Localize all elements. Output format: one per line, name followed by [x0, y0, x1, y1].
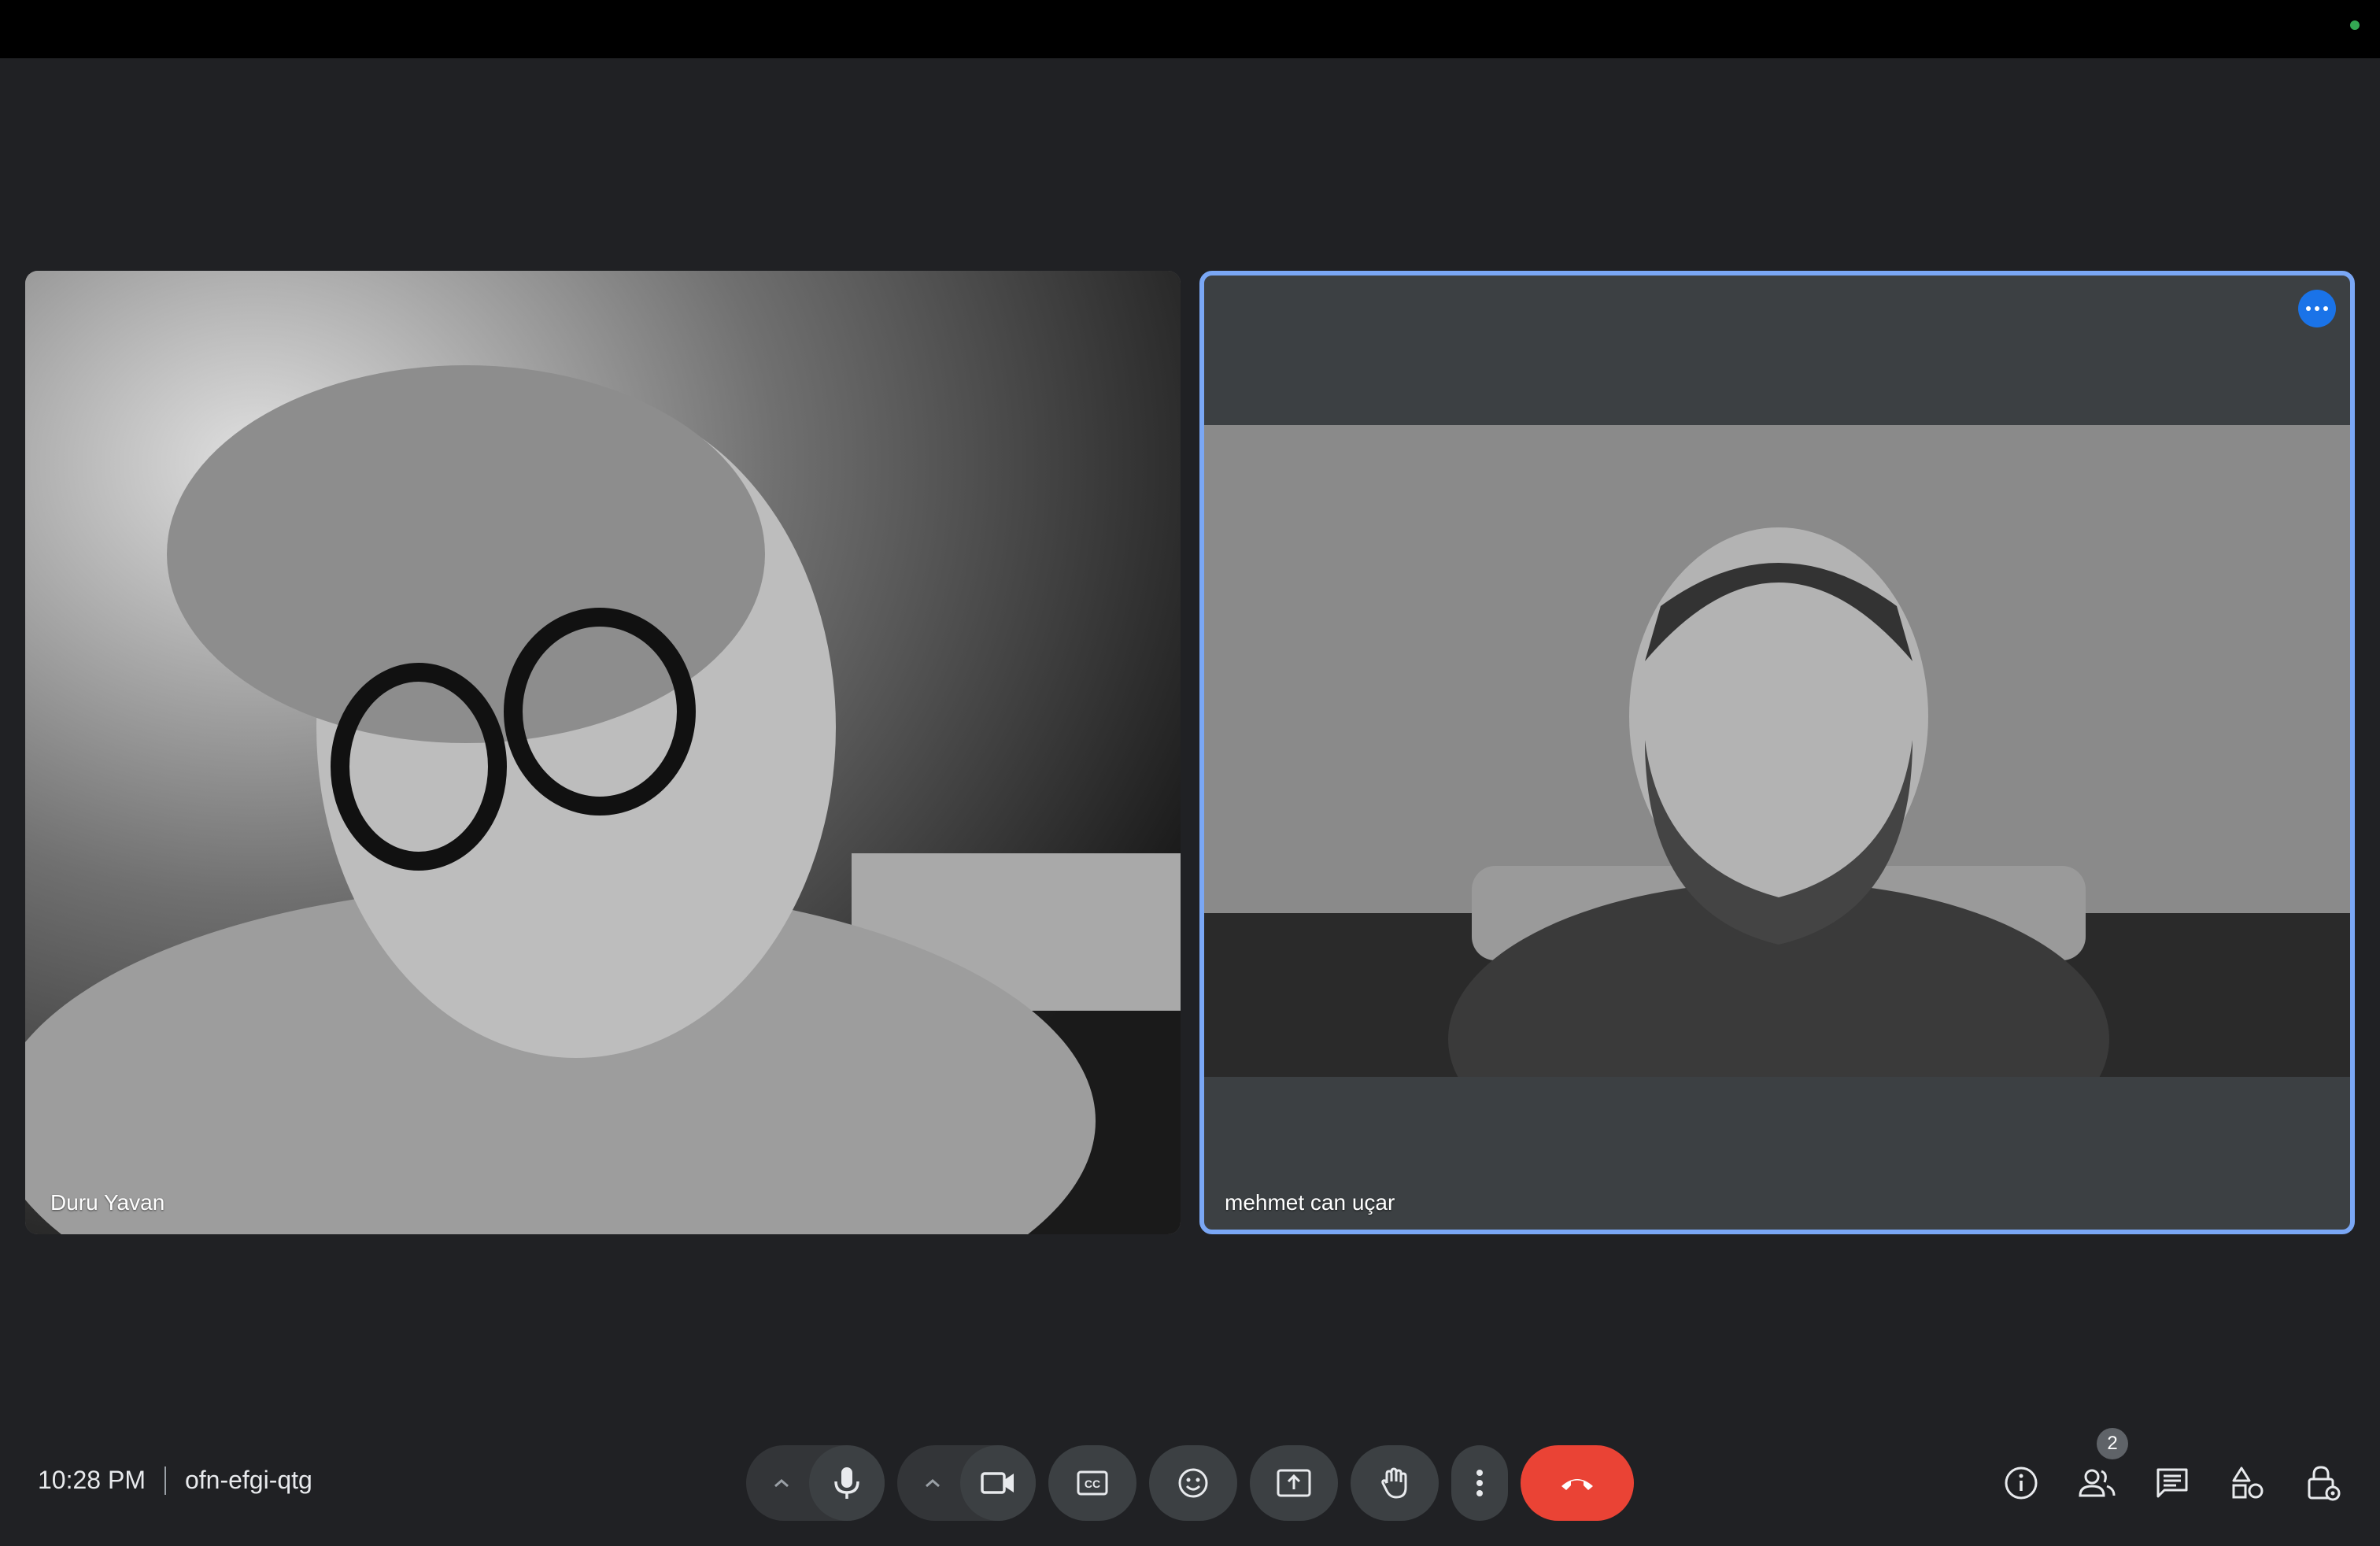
video-feed: [25, 271, 1181, 1234]
present-icon: [1277, 1469, 1311, 1497]
reactions-button[interactable]: [1149, 1445, 1237, 1521]
camera-icon: [981, 1472, 1014, 1494]
more-options-button[interactable]: [1451, 1445, 1508, 1521]
clock: 10:28 PM: [38, 1466, 146, 1494]
camera-indicator: [2350, 20, 2360, 30]
leave-call-button[interactable]: [1521, 1445, 1634, 1521]
chat-icon: [2156, 1468, 2188, 1498]
captions-button[interactable]: CC: [1048, 1445, 1136, 1521]
emoji-icon: [1178, 1468, 1208, 1498]
video-feed: [1204, 425, 2350, 1077]
mic-icon: [834, 1467, 859, 1499]
camera-button[interactable]: [960, 1445, 1036, 1521]
chat-button[interactable]: [2138, 1448, 2207, 1518]
meeting-code: ofn-efgi-qtg: [184, 1466, 312, 1494]
people-count-badge: 2: [2097, 1428, 2128, 1459]
raise-hand-button[interactable]: [1351, 1445, 1439, 1521]
mic-button[interactable]: [809, 1445, 885, 1521]
participant-tile-duru[interactable]: Duru Yavan: [25, 271, 1181, 1234]
host-controls-icon: [2308, 1466, 2341, 1501]
bottom-toolbar: 10:28 PM ofn-efgi-qtg CC 2: [0, 1417, 2380, 1546]
people-button[interactable]: [2062, 1448, 2131, 1518]
people-icon: [2079, 1469, 2116, 1497]
divider: [164, 1466, 166, 1495]
camera-options-chevron[interactable]: [905, 1445, 960, 1521]
meeting-details-button[interactable]: [1986, 1448, 2056, 1518]
mic-options-chevron[interactable]: [754, 1445, 809, 1521]
participant-name: mehmet can uçar: [1225, 1190, 1395, 1215]
tile-options-button[interactable]: [2298, 290, 2336, 327]
activities-icon: [2232, 1466, 2264, 1499]
participant-tile-mehmet[interactable]: mehmet can uçar: [1199, 271, 2355, 1234]
present-button[interactable]: [1250, 1445, 1338, 1521]
raise-hand-icon: [1381, 1467, 1407, 1499]
more-options-icon: [1476, 1470, 1483, 1496]
participant-name: Duru Yavan: [50, 1190, 165, 1215]
end-call-icon: [1561, 1479, 1593, 1490]
meeting-info: 10:28 PM ofn-efgi-qtg: [38, 1466, 312, 1495]
host-controls-button[interactable]: [2289, 1448, 2358, 1518]
activities-button[interactable]: [2213, 1448, 2282, 1518]
top-bar: [0, 0, 2380, 58]
info-icon: [2005, 1466, 2038, 1500]
svg-text:CC: CC: [1085, 1478, 1100, 1490]
captions-icon: CC: [1077, 1470, 1108, 1496]
